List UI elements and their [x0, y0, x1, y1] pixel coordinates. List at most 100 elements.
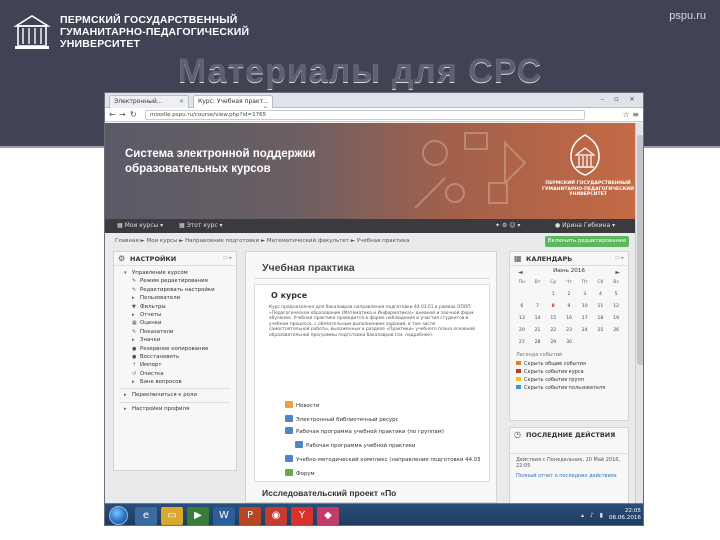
- calendar-day[interactable]: 25: [593, 326, 609, 336]
- page-scrollbar[interactable]: [635, 123, 643, 503]
- settings-item[interactable]: ● Восстановить: [120, 353, 236, 361]
- media-icon[interactable]: ▶: [187, 507, 209, 525]
- folder-icon[interactable]: ▭: [161, 507, 183, 525]
- prev-month-icon[interactable]: ◄: [518, 269, 523, 276]
- reload-icon[interactable]: ↻: [130, 110, 137, 119]
- calendar-day[interactable]: 19: [608, 314, 624, 324]
- nav-my-courses[interactable]: ▦ Мои курсы ▾: [117, 222, 163, 229]
- menu-icon[interactable]: ☆ ≡: [623, 110, 639, 119]
- settings-item-icon: ▸: [132, 311, 135, 318]
- settings-item[interactable]: ↺ Очистка: [120, 370, 236, 378]
- calendar-day[interactable]: 5: [608, 290, 624, 300]
- settings-item[interactable]: ✎ Режим редактирования: [120, 277, 236, 285]
- calendar-day[interactable]: 7: [530, 302, 546, 312]
- word-icon[interactable]: W: [213, 507, 235, 525]
- calendar-day[interactable]: 14: [530, 314, 546, 324]
- app-icon[interactable]: ◆: [317, 507, 339, 525]
- settings-item[interactable]: ▸ Пользователи: [120, 294, 236, 302]
- scroll-thumb[interactable]: [637, 135, 643, 365]
- next-month-icon[interactable]: ►: [615, 269, 620, 276]
- back-icon[interactable]: ←: [109, 110, 116, 119]
- settings-item[interactable]: ▸ Значки: [120, 336, 236, 344]
- start-button[interactable]: [109, 506, 128, 525]
- settings-item[interactable]: ▸ Отчеты: [120, 311, 236, 319]
- calendar-day[interactable]: 13: [514, 314, 530, 324]
- breadcrumb[interactable]: Главная ► Мои курсы ► Направление подгот…: [115, 238, 409, 244]
- window-controls[interactable]: – ▫ ×: [600, 95, 639, 103]
- event-toggle[interactable]: Скрыть события пользователя: [510, 384, 628, 392]
- ie-icon[interactable]: e: [135, 507, 157, 525]
- calendar-day[interactable]: 20: [514, 326, 530, 336]
- calendar-day[interactable]: 10: [577, 302, 593, 312]
- calendar-day[interactable]: 4: [593, 290, 609, 300]
- calendar-day[interactable]: 16: [561, 314, 577, 324]
- user-menu[interactable]: ● Ирина Гибкина ▾: [555, 222, 615, 229]
- settings-item[interactable]: ⇡ Импорт: [120, 361, 236, 369]
- settings-item[interactable]: ✎ Редактировать настройки: [120, 286, 236, 294]
- profile-settings-item[interactable]: ▸ Настройки профиля: [120, 405, 236, 413]
- event-toggle[interactable]: Скрыть общие события: [510, 360, 628, 368]
- recent-report-link[interactable]: Полный отчет о последних действиях: [510, 473, 628, 482]
- calendar-day[interactable]: 26: [608, 326, 624, 336]
- resource-icon: [285, 469, 293, 476]
- calendar-day[interactable]: 23: [561, 326, 577, 336]
- calendar-day[interactable]: 28: [530, 338, 546, 348]
- close-icon[interactable]: ×: [179, 98, 184, 105]
- resource-link[interactable]: Рабочая программа учебной практики (по г…: [285, 427, 444, 435]
- calendar-day[interactable]: 30: [561, 338, 577, 348]
- block-controls-icon[interactable]: ▭ ▸: [615, 255, 624, 261]
- resource-link[interactable]: Форум: [285, 469, 315, 477]
- resource-link[interactable]: Учебно-методический комплекс (направлени…: [285, 455, 481, 463]
- settings-item[interactable]: ▾ Управление курсом: [120, 269, 236, 277]
- settings-item[interactable]: ● Резервное копирование: [120, 345, 236, 353]
- calendar-day[interactable]: 1: [545, 290, 561, 300]
- settings-item[interactable]: ✎ Показатели: [120, 328, 236, 336]
- edit-mode-button[interactable]: Включить редактирование: [545, 236, 629, 247]
- settings-item-label: Редактировать настройки: [140, 286, 215, 293]
- block-controls-icon[interactable]: ▭ ▸: [223, 255, 232, 261]
- settings-item[interactable]: ▦ Оценки: [120, 319, 236, 327]
- calendar-day[interactable]: 29: [545, 338, 561, 348]
- calendar-day[interactable]: 12: [608, 302, 624, 312]
- browser-tab-active[interactable]: Курс: Учебная практ... ×: [193, 95, 273, 108]
- event-toggle[interactable]: Скрыть события курса: [510, 368, 628, 376]
- chrome-icon[interactable]: ◉: [265, 507, 287, 525]
- divider: [120, 388, 230, 390]
- calendar-day[interactable]: 18: [593, 314, 609, 324]
- calendar-day[interactable]: 15: [545, 314, 561, 324]
- settings-item-icon: ●: [132, 345, 137, 352]
- system-tray-icons[interactable]: ▴ ♪ ▮: [581, 512, 605, 519]
- calendar-weekday: Ср: [550, 280, 557, 285]
- calendar-day[interactable]: 11: [593, 302, 609, 312]
- nav-settings-icons[interactable]: ✦ ⚙ ☺ ▾: [495, 222, 520, 229]
- powerpoint-icon[interactable]: P: [239, 507, 261, 525]
- calendar-day[interactable]: 27: [514, 338, 530, 348]
- event-label: Скрыть события пользователя: [524, 385, 606, 391]
- switch-role-item[interactable]: ▸ Переключиться к роли: [120, 391, 236, 399]
- url-input[interactable]: moodle.pspu.ru/course/view.php?id=1765: [145, 110, 585, 120]
- calendar-day[interactable]: 21: [530, 326, 546, 336]
- forward-icon[interactable]: →: [119, 110, 126, 119]
- calendar-day[interactable]: 3: [577, 290, 593, 300]
- calendar-day[interactable]: 2: [561, 290, 577, 300]
- resource-link[interactable]: Электронный библиотечный ресурс: [285, 415, 398, 423]
- calendar-day[interactable]: 8: [545, 302, 561, 312]
- calendar-day[interactable]: 17: [577, 314, 593, 324]
- resource-label: Электронный библиотечный ресурс: [296, 417, 399, 423]
- calendar-day[interactable]: 22: [545, 326, 561, 336]
- calendar-day[interactable]: 9: [561, 302, 577, 312]
- event-color-icon: [516, 369, 521, 373]
- event-toggle[interactable]: Скрыть события групп: [510, 376, 628, 384]
- resource-link[interactable]: Рабочая программа учебной практики: [295, 441, 416, 449]
- clock[interactable]: 22:05 08.06.2016: [609, 508, 641, 523]
- settings-item[interactable]: ▼ Фильтры: [120, 303, 236, 311]
- settings-item-label: Импорт: [140, 362, 162, 369]
- nav-this-course[interactable]: ▦ Этот курс ▾: [179, 222, 223, 229]
- browser-tab[interactable]: Электронный... ×: [109, 95, 189, 108]
- resource-link[interactable]: Новости: [285, 401, 319, 409]
- calendar-day[interactable]: 6: [514, 302, 530, 312]
- settings-item-label: Отчеты: [140, 311, 162, 318]
- yandex-icon[interactable]: Y: [291, 507, 313, 525]
- calendar-day[interactable]: 24: [577, 326, 593, 336]
- settings-item[interactable]: ▸ Банк вопросов: [120, 378, 236, 386]
